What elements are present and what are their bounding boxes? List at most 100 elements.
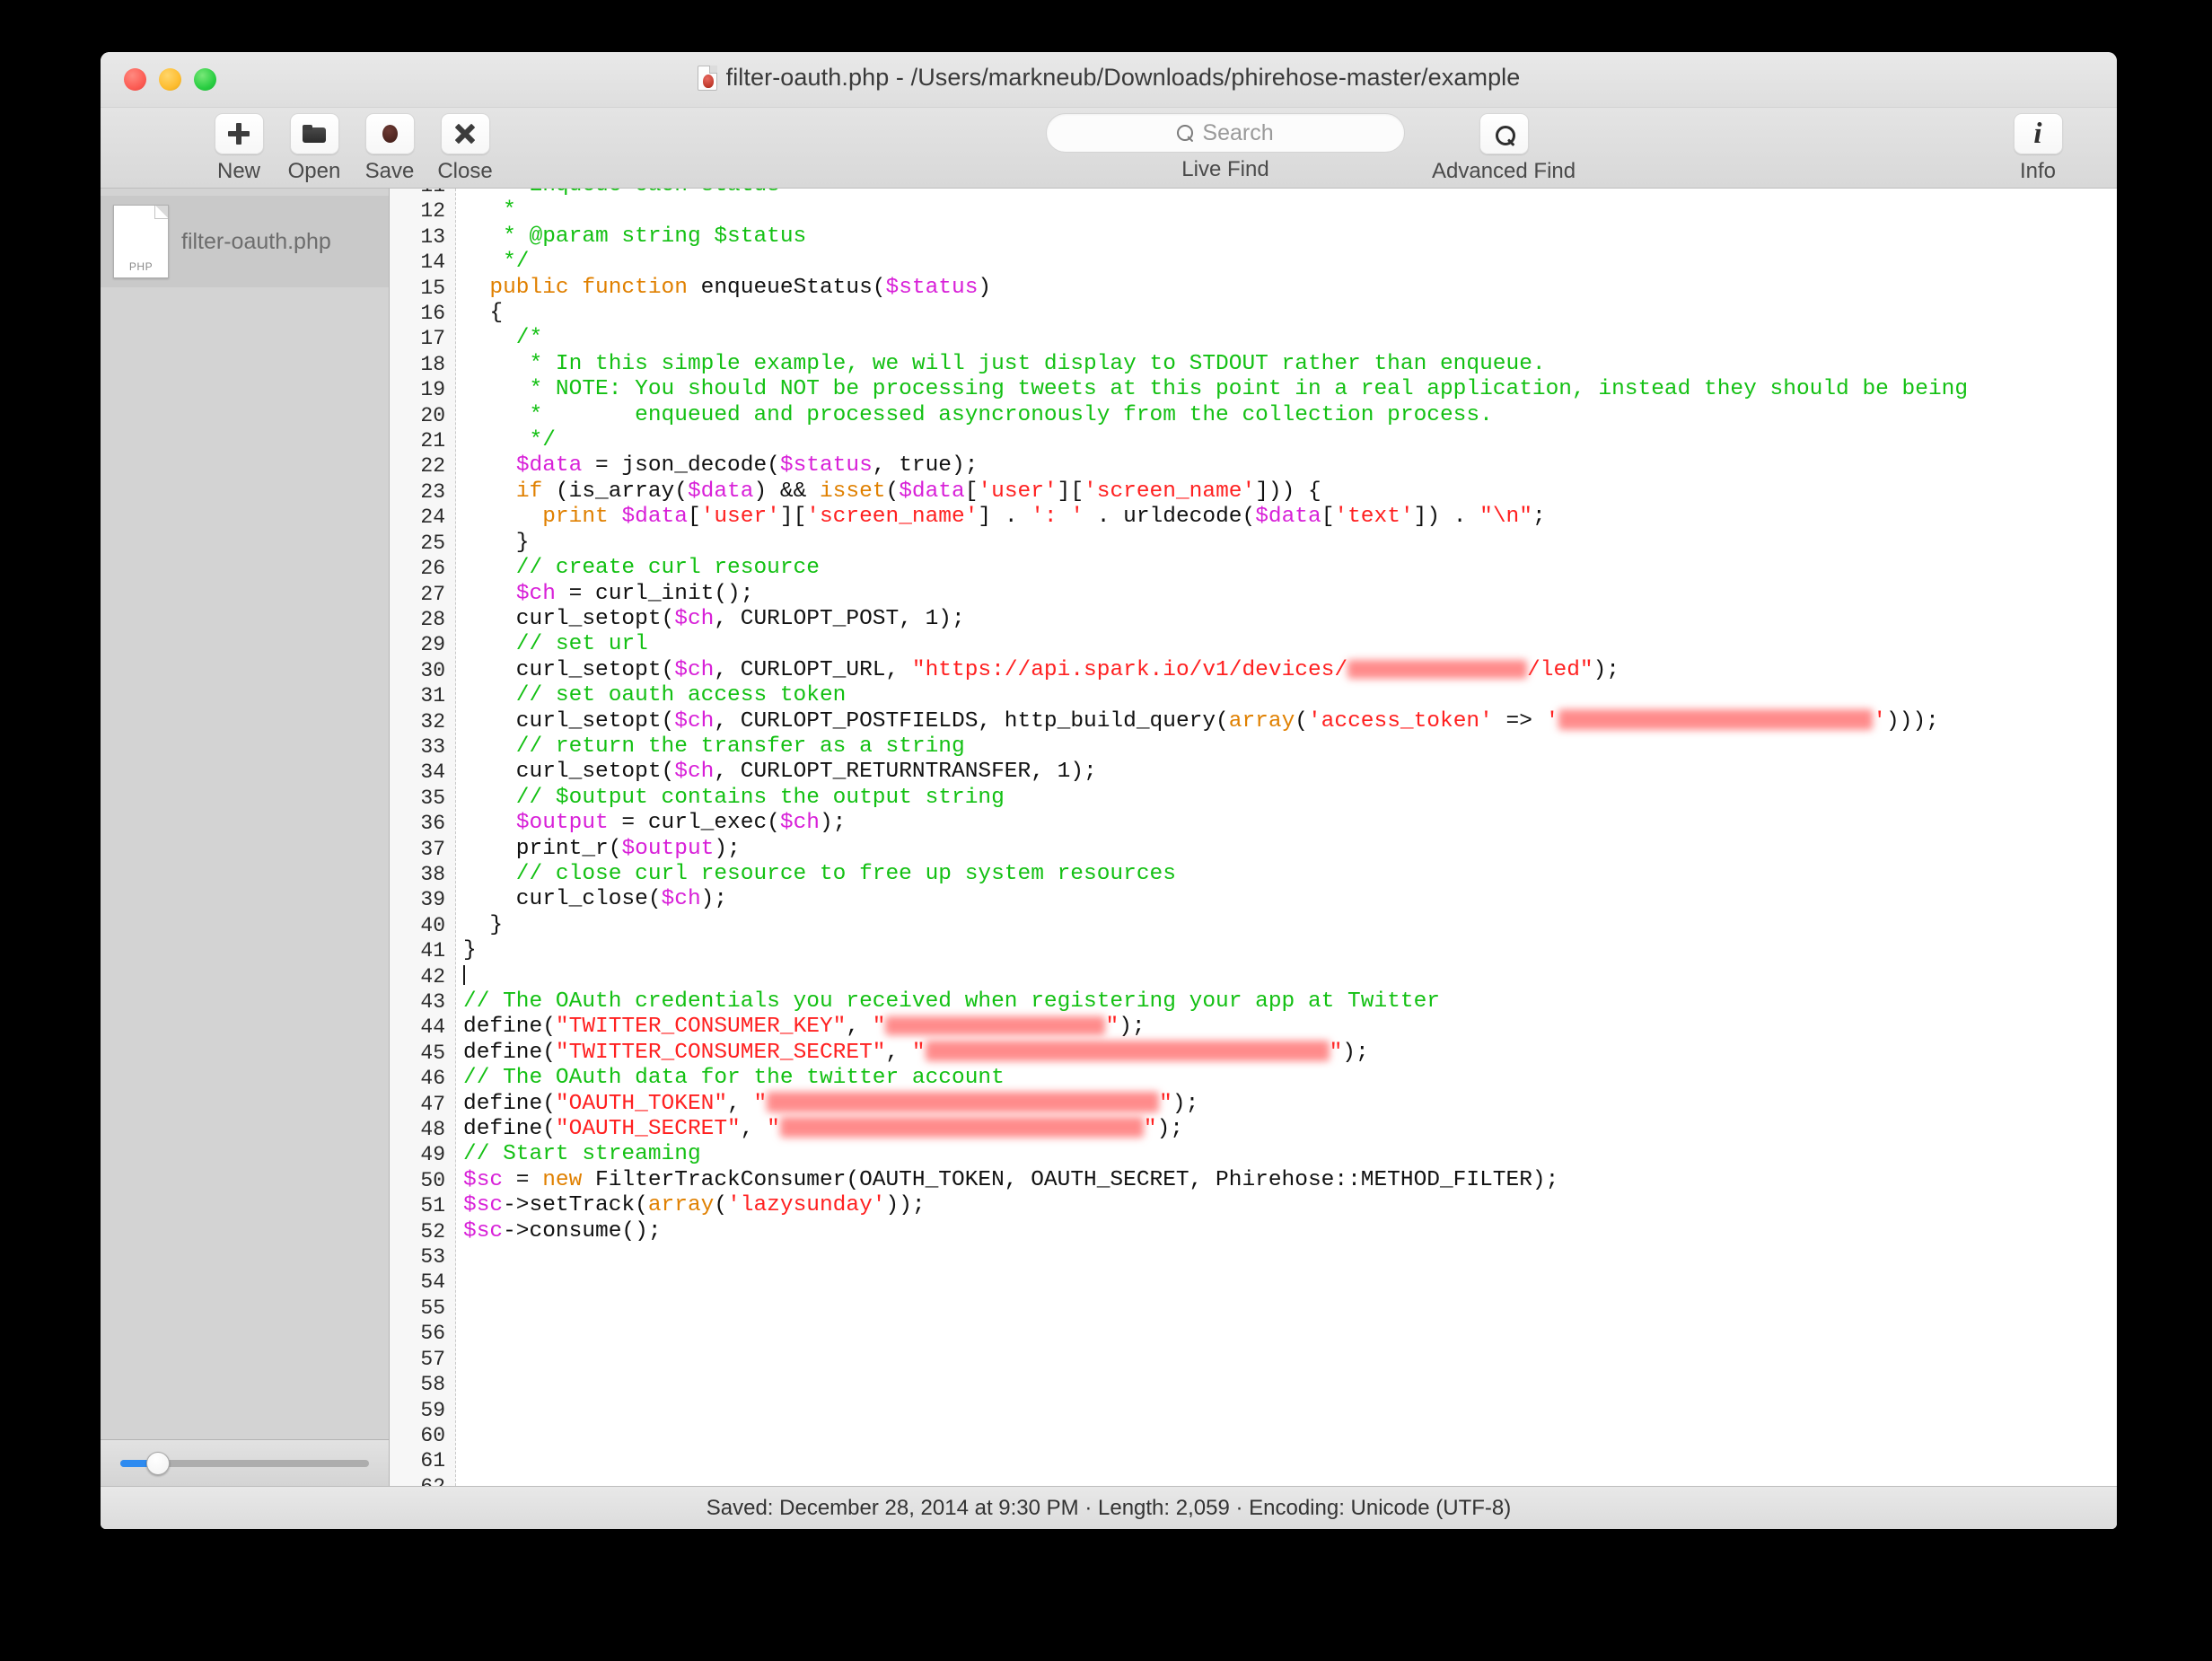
new-button-surface[interactable]	[215, 113, 264, 154]
sidebar: PHP filter-oauth.php	[101, 189, 390, 1486]
code-line[interactable]: }	[463, 913, 2117, 938]
line-number: 42	[390, 964, 455, 989]
code-line[interactable]: print_r($output);	[463, 837, 2117, 862]
code-line[interactable]: $sc->setTrack(array('lazysunday'));	[463, 1193, 2117, 1218]
line-number: 16	[390, 301, 455, 326]
code-line[interactable]: * @param string $status	[463, 224, 2117, 250]
line-number: 12	[390, 198, 455, 224]
save-button[interactable]: Save	[357, 113, 422, 184]
line-number: 54	[390, 1270, 455, 1295]
info-button-surface[interactable]: i	[2014, 113, 2063, 154]
line-number: 37	[390, 837, 455, 862]
code-line[interactable]: // The OAuth data for the twitter accoun…	[463, 1066, 2117, 1091]
line-number: 30	[390, 658, 455, 683]
code-line[interactable]: define("TWITTER_CONSUMER_KEY", "");	[463, 1015, 2117, 1040]
close-window-button[interactable]	[124, 68, 146, 91]
code-line[interactable]: // The OAuth credentials you received wh…	[463, 989, 2117, 1015]
code-line[interactable]: */	[463, 250, 2117, 275]
code-line[interactable]: define("TWITTER_CONSUMER_SECRET", "");	[463, 1041, 2117, 1066]
open-button-surface[interactable]	[290, 113, 339, 154]
code-line[interactable]: // close curl resource to free up system…	[463, 862, 2117, 887]
code-line[interactable]: // set url	[463, 632, 2117, 657]
code-line[interactable]: $sc->consume();	[463, 1219, 2117, 1244]
line-number: 59	[390, 1398, 455, 1423]
line-number: 29	[390, 632, 455, 657]
line-number: 52	[390, 1219, 455, 1244]
toolbar-info-group: i Info	[2006, 113, 2070, 184]
redacted-secret	[885, 1016, 1105, 1035]
line-number: 13	[390, 224, 455, 250]
code-lines[interactable]: * Enqueue each status * * @param string …	[463, 189, 2117, 1244]
new-button[interactable]: New	[206, 113, 271, 184]
redacted-secret	[1347, 660, 1527, 679]
status-bar-text: Saved: December 28, 2014 at 9:30 PM · Le…	[707, 1496, 1511, 1521]
line-number: 20	[390, 403, 455, 428]
save-button-label: Save	[365, 159, 415, 184]
line-number: 26	[390, 556, 455, 581]
code-line[interactable]: // Start streaming	[463, 1142, 2117, 1167]
sidebar-file-name: filter-oauth.php	[181, 229, 331, 255]
code-line[interactable]	[463, 964, 2117, 989]
close-x-icon	[454, 123, 476, 145]
text-caret	[463, 965, 465, 985]
line-number: 33	[390, 734, 455, 760]
code-line[interactable]: curl_close($ch);	[463, 887, 2117, 912]
code-editor[interactable]: 1112131415161718192021222324252627282930…	[390, 189, 2117, 1486]
code-line[interactable]: }	[463, 938, 2117, 963]
zoom-window-button[interactable]	[194, 68, 216, 91]
code-line[interactable]: }	[463, 531, 2117, 556]
line-number: 36	[390, 811, 455, 836]
code-line[interactable]: $output = curl_exec($ch);	[463, 811, 2117, 836]
code-line[interactable]: $ch = curl_init();	[463, 582, 2117, 607]
code-line[interactable]: curl_setopt($ch, CURLOPT_URL, "https://a…	[463, 658, 2117, 683]
window-title: filter-oauth.php - /Users/markneub/Downl…	[101, 64, 2117, 92]
close-button-surface[interactable]	[441, 113, 490, 154]
save-button-surface[interactable]	[365, 113, 415, 154]
code-line[interactable]: // $output contains the output string	[463, 786, 2117, 811]
code-line[interactable]: curl_setopt($ch, CURLOPT_POST, 1);	[463, 607, 2117, 632]
code-line[interactable]: curl_setopt($ch, CURLOPT_POSTFIELDS, htt…	[463, 709, 2117, 734]
line-number: 27	[390, 582, 455, 607]
code-line[interactable]: define("OAUTH_SECRET", "");	[463, 1117, 2117, 1142]
code-line[interactable]: /*	[463, 326, 2117, 351]
open-button[interactable]: Open	[282, 113, 347, 184]
code-line[interactable]: public function enqueueStatus($status)	[463, 276, 2117, 301]
sidebar-item-filter-oauth-php[interactable]: PHP filter-oauth.php	[101, 196, 389, 287]
line-number: 19	[390, 377, 455, 402]
advanced-find-button-surface[interactable]	[1479, 113, 1529, 154]
code-text-area[interactable]: * Enqueue each status * * @param string …	[456, 189, 2117, 1486]
code-line[interactable]: * In this simple example, we will just d…	[463, 352, 2117, 377]
code-line[interactable]: *	[463, 198, 2117, 224]
line-number: 43	[390, 989, 455, 1015]
info-button[interactable]: i Info	[2006, 113, 2070, 184]
code-line[interactable]: // return the transfer as a string	[463, 734, 2117, 760]
code-line[interactable]: * enqueued and processed asyncronously f…	[463, 403, 2117, 428]
code-line[interactable]: if (is_array($data) && isset($data['user…	[463, 479, 2117, 505]
line-number: 50	[390, 1168, 455, 1193]
code-line[interactable]: $sc = new FilterTrackConsumer(OAUTH_TOKE…	[463, 1168, 2117, 1193]
plus-icon	[228, 123, 250, 145]
code-line[interactable]: * NOTE: You should NOT be processing twe…	[463, 377, 2117, 402]
line-number-list: 1112131415161718192021222324252627282930…	[390, 189, 455, 1486]
close-button[interactable]: Close	[433, 113, 497, 184]
live-find-group: Search Live Find	[1046, 113, 1405, 182]
editor-window: filter-oauth.php - /Users/markneub/Downl…	[101, 52, 2117, 1529]
code-line[interactable]: define("OAUTH_TOKEN", "");	[463, 1092, 2117, 1117]
code-line[interactable]: * Enqueue each status	[463, 189, 2117, 198]
advanced-find-button[interactable]: Advanced Find	[1432, 113, 1576, 184]
line-number: 35	[390, 786, 455, 811]
code-line[interactable]: {	[463, 301, 2117, 326]
code-line[interactable]: print $data['user']['screen_name'] . ': …	[463, 505, 2117, 530]
code-line[interactable]: // set oauth access token	[463, 683, 2117, 708]
code-line[interactable]: $data = json_decode($status, true);	[463, 453, 2117, 479]
line-number: 44	[390, 1015, 455, 1040]
window-body: PHP filter-oauth.php 1112131415161718192…	[101, 189, 2117, 1486]
thumbnail-size-slider[interactable]	[120, 1460, 369, 1467]
code-line[interactable]: curl_setopt($ch, CURLOPT_RETURNTRANSFER,…	[463, 760, 2117, 785]
code-line[interactable]: // create curl resource	[463, 556, 2117, 581]
code-line[interactable]: */	[463, 428, 2117, 453]
search-input[interactable]: Search	[1046, 113, 1405, 153]
slider-knob[interactable]	[146, 1452, 170, 1475]
minimize-window-button[interactable]	[159, 68, 181, 91]
line-number-gutter: 1112131415161718192021222324252627282930…	[390, 189, 456, 1486]
